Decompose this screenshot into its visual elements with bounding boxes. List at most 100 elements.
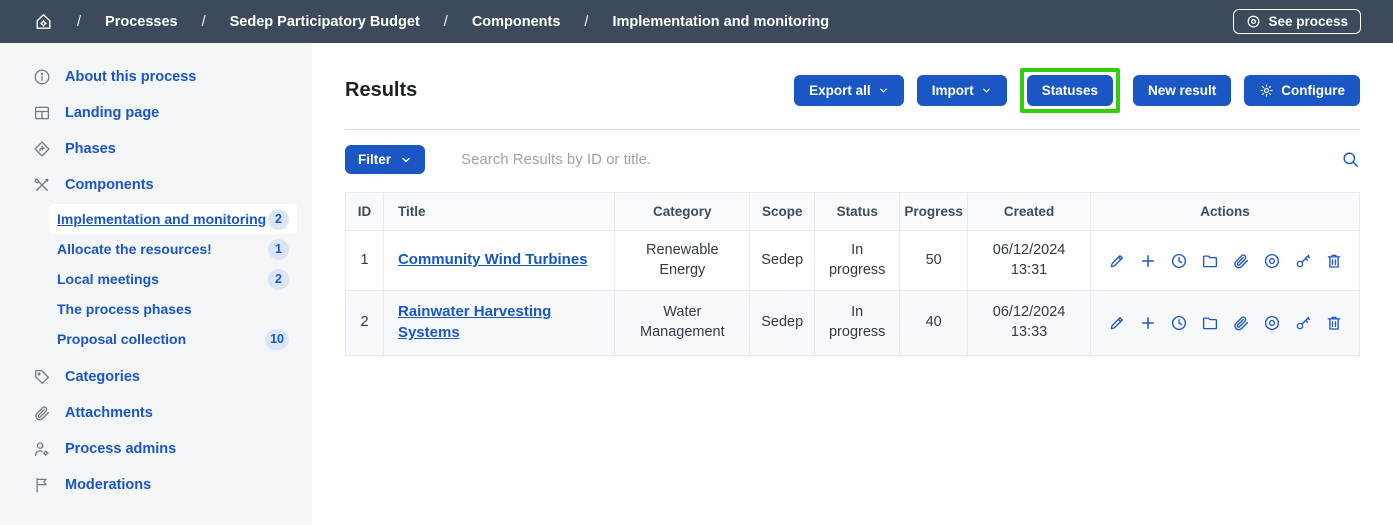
breadcrumb-components[interactable]: Components [472,14,561,30]
sidebar: About this process Landing page Phases [0,43,312,525]
search-input[interactable] [459,150,1341,169]
chevron-down-icon [400,154,412,166]
col-header-progress: Progress [900,193,968,231]
info-icon [33,68,51,86]
folder-action[interactable] [1201,314,1219,332]
sidebar-item-label: Categories [65,369,140,385]
timeline-action[interactable] [1170,314,1188,332]
eye-target-icon [1246,14,1261,29]
created-time: 13:33 [978,323,1080,343]
user-gear-icon [33,440,51,458]
count-badge: 2 [268,269,289,290]
cell-status: In progress [815,231,900,291]
configure-button[interactable]: Configure [1244,75,1360,106]
result-title-link[interactable]: Rainwater Harvesting Systems [398,303,551,341]
cell-progress: 40 [900,291,968,356]
sidebar-subitem-allocate-resources[interactable]: Allocate the resources! 1 [49,234,297,264]
sidebar-subitem-implementation-monitoring[interactable]: Implementation and monitoring 2 [49,204,297,234]
chevron-down-icon [878,85,889,96]
main-content: Results Export all Import Statuses [312,43,1393,525]
new-result-button[interactable]: New result [1133,75,1231,106]
filter-button[interactable]: Filter [345,145,425,174]
permissions-action[interactable] [1294,314,1312,332]
edit-action[interactable] [1108,252,1126,270]
sidebar-item-label: Moderations [65,477,151,493]
preview-action[interactable] [1263,252,1281,270]
edit-action[interactable] [1108,314,1126,332]
sidebar-item-components[interactable]: Components [0,167,312,203]
sidebar-item-label: Phases [65,141,116,157]
cell-progress: 50 [900,231,968,291]
statuses-highlight-box: Statuses [1020,68,1120,113]
search-button[interactable] [1341,150,1360,169]
preview-action[interactable] [1263,314,1281,332]
col-header-created: Created [968,193,1091,231]
cell-actions [1091,231,1360,291]
folder-icon [1201,252,1219,270]
cell-title: Rainwater Harvesting Systems [383,291,614,356]
sidebar-item-label: Components [65,177,154,193]
table-row: 2 Rainwater Harvesting Systems Water Man… [346,291,1360,356]
sidebar-item-moderations[interactable]: Moderations [0,467,312,503]
import-label: Import [932,83,974,98]
sidebar-item-phases[interactable]: Phases [0,131,312,167]
breadcrumb: / Processes / Sedep Participatory Budget… [34,12,829,31]
components-sub-list: Implementation and monitoring 2 Allocate… [49,204,297,354]
delete-action[interactable] [1325,314,1343,332]
filter-label: Filter [358,152,391,167]
sidebar-item-process-admins[interactable]: Process admins [0,431,312,467]
new-result-label: New result [1148,83,1216,98]
breadcrumb-process-name[interactable]: Sedep Participatory Budget [230,14,420,30]
sidebar-item-label: Process admins [65,441,176,457]
add-child-action[interactable] [1139,314,1157,332]
see-process-button[interactable]: See process [1233,9,1361,34]
sidebar-subitem-process-phases[interactable]: The process phases [49,294,297,324]
sidebar-subitem-label: Implementation and monitoring [57,211,266,227]
sidebar-item-categories[interactable]: Categories [0,359,312,395]
sidebar-subitem-local-meetings[interactable]: Local meetings 2 [49,264,297,294]
permissions-action[interactable] [1294,252,1312,270]
add-child-action[interactable] [1139,252,1157,270]
sidebar-subitem-label: Allocate the resources! [57,241,212,257]
timeline-action[interactable] [1170,252,1188,270]
sidebar-item-about[interactable]: About this process [0,59,312,95]
attachments-action[interactable] [1232,314,1250,332]
col-header-title: Title [383,193,614,231]
tag-icon [33,368,51,386]
table-row: 1 Community Wind Turbines Renewable Ener… [346,231,1360,291]
home-link[interactable] [34,12,53,31]
created-date: 06/12/2024 [978,303,1080,323]
cell-id: 1 [346,231,384,291]
sidebar-subitem-proposal-collection[interactable]: Proposal collection 10 [49,324,297,354]
delete-action[interactable] [1325,252,1343,270]
sidebar-subitem-label: The process phases [57,301,192,317]
col-header-category: Category [615,193,750,231]
breadcrumb-current-component[interactable]: Implementation and monitoring [612,14,829,30]
gear-icon [1259,83,1274,98]
eye-target-icon [1263,314,1281,332]
sidebar-item-attachments[interactable]: Attachments [0,395,312,431]
cell-title: Community Wind Turbines [383,231,614,291]
plus-icon [1139,314,1157,332]
folder-action[interactable] [1201,252,1219,270]
breadcrumb-separator: / [202,14,206,30]
breadcrumb-separator: / [444,14,448,30]
sidebar-item-landing-page[interactable]: Landing page [0,95,312,131]
page-title: Results [345,79,417,102]
trash-icon [1325,314,1343,332]
import-button[interactable]: Import [917,75,1007,106]
folder-icon [1201,314,1219,332]
count-badge: 2 [268,209,289,230]
statuses-button[interactable]: Statuses [1027,75,1113,106]
export-all-button[interactable]: Export all [794,75,904,106]
count-badge: 1 [268,239,289,260]
plus-icon [1139,252,1157,270]
result-title-link[interactable]: Community Wind Turbines [398,251,588,268]
breadcrumb-separator: / [77,14,81,30]
sidebar-item-label: Landing page [65,105,159,121]
sidebar-subitem-label: Local meetings [57,271,159,287]
breadcrumb-processes[interactable]: Processes [105,14,178,30]
col-header-scope: Scope [750,193,815,231]
table-header-row: ID Title Category Scope Status Progress … [346,193,1360,231]
attachments-action[interactable] [1232,252,1250,270]
